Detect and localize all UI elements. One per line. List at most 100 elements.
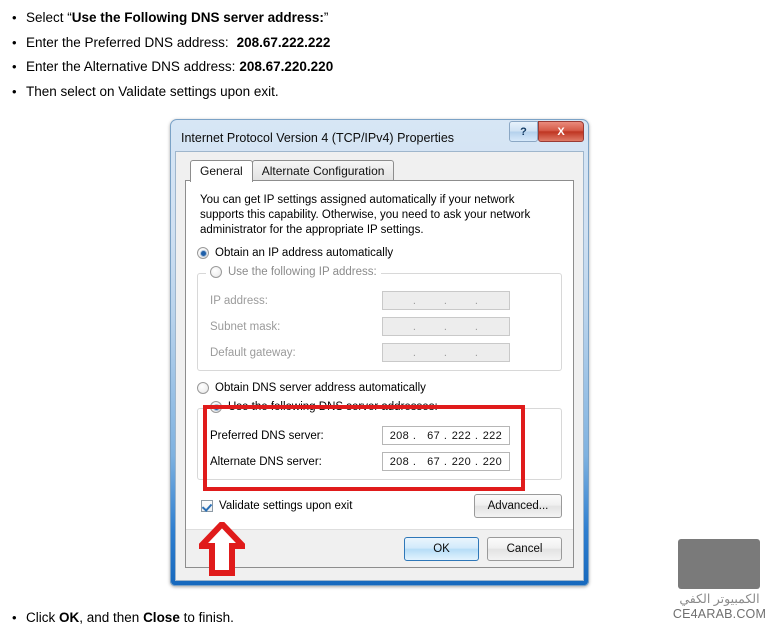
instruction-text: Then select on Validate settings upon ex… xyxy=(26,83,279,99)
instruction-emphasis: 208.67.222.222 xyxy=(236,34,331,50)
subnet-mask-input: ... xyxy=(382,317,510,336)
octet-separator: . xyxy=(443,320,448,333)
help-button[interactable]: ? xyxy=(509,121,538,142)
validate-settings-label: Validate settings upon exit xyxy=(219,500,353,512)
preferred-dns-input[interactable]: 208. 67. 222. 222 xyxy=(382,426,510,445)
instruction-emphasis: Use the Following DNS server address: xyxy=(71,10,324,25)
octet-3: 222 xyxy=(451,429,471,442)
octet-2: 67 xyxy=(427,429,440,442)
instruction-item: • Enter the Alternative DNS address: 208.… xyxy=(12,59,572,75)
dialog-client-area: General Alternate Configuration You can … xyxy=(175,151,584,581)
instruction-prefix: Enter the Alternative DNS address: xyxy=(26,59,236,74)
octet-separator: . xyxy=(443,346,448,359)
footer-middle: , and then xyxy=(79,610,144,625)
alternate-dns-row: Alternate DNS server: 208. 67. 220. 220 xyxy=(206,452,553,471)
radio-label: Use the following DNS server addresses: xyxy=(228,401,438,413)
window-controls: ? X xyxy=(509,121,584,142)
octet-4: 220 xyxy=(482,455,502,468)
ok-button[interactable]: OK xyxy=(404,536,479,561)
site-watermark: الكمبيوتر الكفي CE4ARAB.COM xyxy=(668,539,771,623)
default-gateway-label: Default gateway: xyxy=(210,346,296,359)
octet-separator: . xyxy=(474,294,479,307)
subnet-mask-row: Subnet mask: ... xyxy=(206,317,553,336)
radio-use-following-ip[interactable]: Use the following IP address: xyxy=(206,266,381,278)
octet-separator: . xyxy=(474,429,479,442)
manual-dns-group: Use the following DNS server addresses: … xyxy=(197,401,562,480)
octet-2: 67 xyxy=(427,455,440,468)
instruction-text: Enter the Alternative DNS address: 208.67… xyxy=(26,59,333,75)
footer-emphasis-close: Close xyxy=(143,610,180,625)
instruction-list: • Select “Use the Following DNS server a… xyxy=(12,10,572,108)
bullet-icon: • xyxy=(12,10,17,25)
instruction-item: • Select “Use the Following DNS server a… xyxy=(12,10,572,26)
instruction-prefix: Select “ xyxy=(26,10,72,25)
radio-button-icon[interactable] xyxy=(210,401,222,413)
default-gateway-row: Default gateway: ... xyxy=(206,343,553,362)
octet-3: 220 xyxy=(451,455,471,468)
bullet-icon: • xyxy=(12,59,17,74)
footer-suffix: to finish. xyxy=(179,610,234,625)
octet-separator: . xyxy=(443,455,448,468)
instruction-item: • Enter the Preferred DNS address: 208.67… xyxy=(12,35,572,51)
octet-separator: . xyxy=(412,455,417,468)
radio-button-icon[interactable] xyxy=(197,382,209,394)
subnet-mask-label: Subnet mask: xyxy=(210,320,281,333)
radio-obtain-dns-automatically[interactable]: Obtain DNS server address automatically xyxy=(197,382,562,394)
cancel-button[interactable]: Cancel xyxy=(487,536,562,561)
ip-address-label: IP address: xyxy=(210,294,268,307)
settings-description: You can get IP settings assigned automat… xyxy=(200,194,531,236)
instruction-text: Select “Use the Following DNS server add… xyxy=(26,10,328,26)
octet-separator: . xyxy=(443,429,448,442)
watermark-arabic-text: الكمبيوتر الكفي xyxy=(679,592,760,606)
radio-label: Use the following IP address: xyxy=(228,266,377,278)
octet-4: 222 xyxy=(482,429,502,442)
footer-prefix: Click xyxy=(26,610,59,625)
advanced-button[interactable]: Advanced... xyxy=(474,494,562,518)
bullet-icon: • xyxy=(12,34,17,50)
radio-label: Obtain an IP address automatically xyxy=(215,247,394,259)
close-button[interactable]: X xyxy=(538,121,584,142)
validate-settings-checkbox[interactable] xyxy=(201,500,213,512)
footer-instruction-text: Click OK, and then Close to finish. xyxy=(26,610,234,626)
octet-separator: . xyxy=(412,346,417,359)
footer-emphasis-ok: OK xyxy=(59,610,80,625)
watermark-domain-text: CE4ARAB.COM xyxy=(672,607,767,621)
footer-instruction: • Click OK, and then Close to finish. xyxy=(12,610,234,626)
preferred-dns-row: Preferred DNS server: 208. 67. 222. 222 xyxy=(206,426,553,445)
tab-strip: General Alternate Configuration xyxy=(185,160,574,182)
octet-separator: . xyxy=(412,429,417,442)
ip-address-input: ... xyxy=(382,291,510,310)
radio-button-icon[interactable] xyxy=(197,247,209,259)
instruction-item: • Then select on Validate settings upon … xyxy=(12,84,572,100)
octet-separator: . xyxy=(412,294,417,307)
octet-separator: . xyxy=(474,320,479,333)
preferred-dns-label: Preferred DNS server: xyxy=(210,429,324,442)
bullet-icon: • xyxy=(12,610,17,625)
instruction-prefix: Enter the Preferred DNS address: xyxy=(26,34,229,50)
dialog-title: Internet Protocol Version 4 (TCP/IPv4) P… xyxy=(181,130,455,145)
instruction-emphasis: 208.67.220.220 xyxy=(239,59,334,74)
instruction-suffix: ” xyxy=(323,10,329,25)
properties-dialog-window: Internet Protocol Version 4 (TCP/IPv4) P… xyxy=(170,119,589,586)
octet-separator: . xyxy=(474,455,479,468)
radio-button-icon[interactable] xyxy=(210,266,222,278)
radio-obtain-ip-automatically[interactable]: Obtain an IP address automatically xyxy=(197,247,562,259)
dialog-titlebar[interactable]: Internet Protocol Version 4 (TCP/IPv4) P… xyxy=(175,121,584,151)
default-gateway-input: ... xyxy=(382,343,510,362)
alternate-dns-input[interactable]: 208. 67. 220. 220 xyxy=(382,452,510,471)
bullet-icon: • xyxy=(12,83,17,99)
red-up-arrow-icon xyxy=(199,522,245,576)
octet-separator: . xyxy=(412,320,417,333)
octet-1: 208 xyxy=(389,455,409,468)
alternate-dns-label: Alternate DNS server: xyxy=(210,455,322,468)
tab-general[interactable]: General xyxy=(190,160,253,182)
radio-use-following-dns[interactable]: Use the following DNS server addresses: xyxy=(206,401,442,413)
octet-separator: . xyxy=(443,294,448,307)
tab-alternate-configuration[interactable]: Alternate Configuration xyxy=(251,160,395,181)
radio-label: Obtain DNS server address automatically xyxy=(215,382,426,394)
octet-1: 208 xyxy=(389,429,409,442)
octet-separator: . xyxy=(474,346,479,359)
validate-and-advanced-row: Validate settings upon exit Advanced... xyxy=(197,494,562,518)
instruction-text: Enter the Preferred DNS address: 208.67.2… xyxy=(26,35,330,51)
watermark-logo-icon xyxy=(678,539,760,589)
